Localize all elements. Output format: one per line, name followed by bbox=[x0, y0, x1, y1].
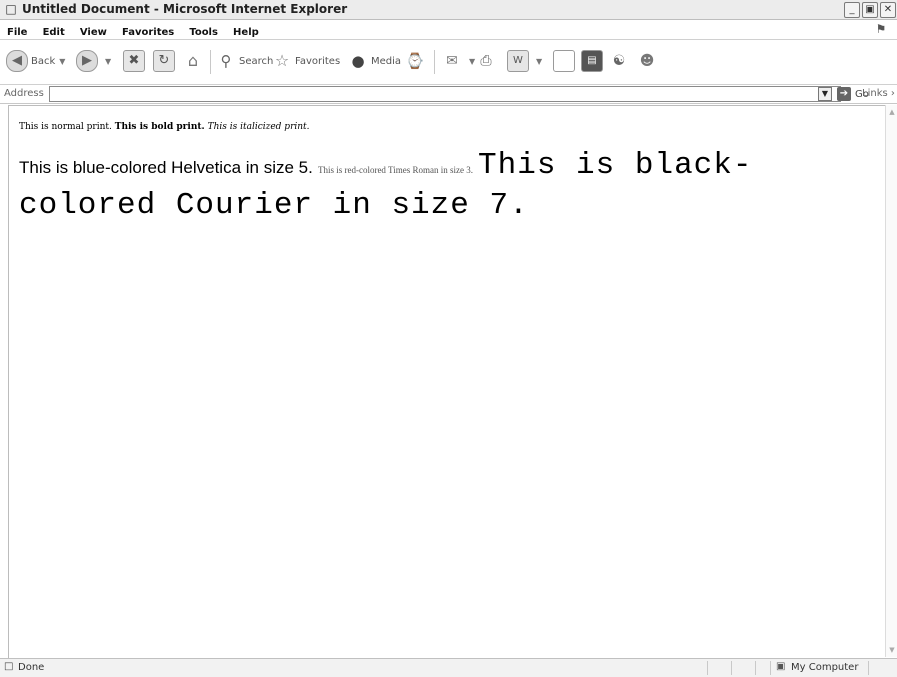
window-title: Untitled Document - Microsoft Internet E… bbox=[22, 2, 348, 16]
bold-text: This is bold print. bbox=[114, 122, 205, 132]
messenger-icon: ☯ bbox=[612, 53, 626, 69]
links-toolbar[interactable]: Links › bbox=[862, 88, 895, 99]
media-label: Media bbox=[371, 55, 402, 67]
normal-text: This is normal print. bbox=[19, 122, 112, 132]
favorites-button[interactable]: ☆ Favorites bbox=[272, 49, 340, 73]
search-icon: ⚲ bbox=[220, 52, 232, 70]
security-zone: My Computer bbox=[791, 662, 859, 673]
home-button[interactable]: ⌂ bbox=[183, 49, 206, 73]
standard-toolbar: ◀ Back ▼ ▶ ▼ ✖ ↻ ⌂ ⚲ Search ☆ Favorites … bbox=[0, 40, 897, 85]
font-samples-paragraph: This is blue-colored Helvetica in size 5… bbox=[19, 148, 879, 226]
back-label: Back bbox=[31, 55, 56, 67]
computer-icon: ▣ bbox=[776, 661, 786, 672]
chevron-down-icon[interactable]: ▼ bbox=[536, 57, 542, 66]
status-divider bbox=[707, 661, 708, 675]
media-icon: ● bbox=[351, 52, 365, 70]
refresh-icon: ↻ bbox=[153, 50, 175, 72]
search-label: Search bbox=[239, 55, 274, 67]
toolbar-separator bbox=[434, 50, 435, 74]
address-input[interactable] bbox=[49, 86, 841, 102]
status-divider bbox=[755, 661, 756, 675]
forward-button[interactable]: ▶ ▼ bbox=[76, 49, 111, 73]
buddies-button[interactable]: ☻ bbox=[637, 49, 660, 73]
title-bar: □ Untitled Document - Microsoft Internet… bbox=[0, 0, 897, 20]
ie-page-icon[interactable]: □ bbox=[4, 2, 18, 16]
edit-button[interactable]: W ▼ bbox=[507, 49, 542, 73]
media-button[interactable]: ● Media bbox=[348, 49, 401, 73]
messenger-button[interactable]: ☯ bbox=[609, 49, 632, 73]
favorites-label: Favorites bbox=[295, 55, 341, 67]
page-done-icon: □ bbox=[4, 661, 14, 672]
address-bar: Address ▼ ➔ Go Links › bbox=[0, 85, 897, 104]
discuss-icon bbox=[553, 50, 575, 72]
windows-flag-icon: ⚑ bbox=[875, 22, 887, 36]
mail-icon: ✉ bbox=[446, 53, 458, 69]
stop-icon: ✖ bbox=[123, 50, 145, 72]
research-icon: ▤ bbox=[581, 50, 603, 72]
minimize-icon[interactable]: _ bbox=[844, 2, 860, 18]
status-divider bbox=[770, 661, 771, 675]
back-button[interactable]: ◀ Back ▼ bbox=[6, 49, 65, 73]
maximize-icon[interactable]: ▣ bbox=[862, 2, 878, 18]
forward-arrow-icon: ▶ bbox=[76, 50, 98, 72]
scroll-up-icon[interactable]: ▲ bbox=[887, 107, 897, 117]
star-icon: ☆ bbox=[274, 51, 290, 70]
status-text: Done bbox=[18, 662, 45, 673]
toolbar-separator bbox=[210, 50, 211, 74]
search-button[interactable]: ⚲ Search bbox=[216, 49, 274, 73]
address-label: Address bbox=[4, 88, 44, 99]
chevron-down-icon[interactable]: ▼ bbox=[59, 57, 65, 66]
chevron-down-icon[interactable]: ▼ bbox=[469, 57, 475, 66]
chevron-down-icon[interactable]: ▼ bbox=[818, 87, 832, 101]
back-arrow-icon: ◀ bbox=[6, 50, 28, 72]
menu-bar: File Edit View Favorites Tools Help ⚑ bbox=[0, 20, 897, 40]
status-bar: □ Done ▣ My Computer bbox=[0, 658, 897, 677]
print-icon: ⎙ bbox=[480, 53, 492, 69]
italic-text: This is italicized print. bbox=[207, 122, 310, 132]
close-icon[interactable]: ✕ bbox=[880, 2, 896, 18]
history-icon: ⌚ bbox=[405, 52, 425, 70]
helvetica-text: This is blue-colored Helvetica in size 5… bbox=[19, 158, 313, 177]
go-arrow-icon: ➔ bbox=[837, 87, 851, 101]
chevron-down-icon[interactable]: ▼ bbox=[105, 57, 111, 66]
mail-button[interactable]: ✉ ▼ bbox=[442, 49, 475, 73]
history-button[interactable]: ⌚ bbox=[405, 49, 428, 73]
status-divider bbox=[868, 661, 869, 675]
people-icon: ☻ bbox=[639, 53, 655, 69]
times-text: This is red-colored Times Roman in size … bbox=[317, 165, 473, 175]
refresh-button[interactable]: ↻ bbox=[153, 49, 178, 73]
vertical-scrollbar[interactable]: ▲ ▼ bbox=[885, 105, 897, 657]
page-content: This is normal print. This is bold print… bbox=[8, 105, 885, 658]
scroll-down-icon[interactable]: ▼ bbox=[887, 645, 897, 655]
stop-button[interactable]: ✖ bbox=[123, 49, 148, 73]
word-edit-icon: W bbox=[507, 50, 529, 72]
discuss-button[interactable] bbox=[553, 49, 578, 73]
status-divider bbox=[731, 661, 732, 675]
print-button[interactable]: ⎙ bbox=[476, 49, 499, 73]
research-button[interactable]: ▤ bbox=[581, 49, 606, 73]
links-label: Links bbox=[862, 88, 888, 99]
home-icon: ⌂ bbox=[187, 51, 199, 70]
text-styles-line: This is normal print. This is bold print… bbox=[19, 122, 310, 132]
